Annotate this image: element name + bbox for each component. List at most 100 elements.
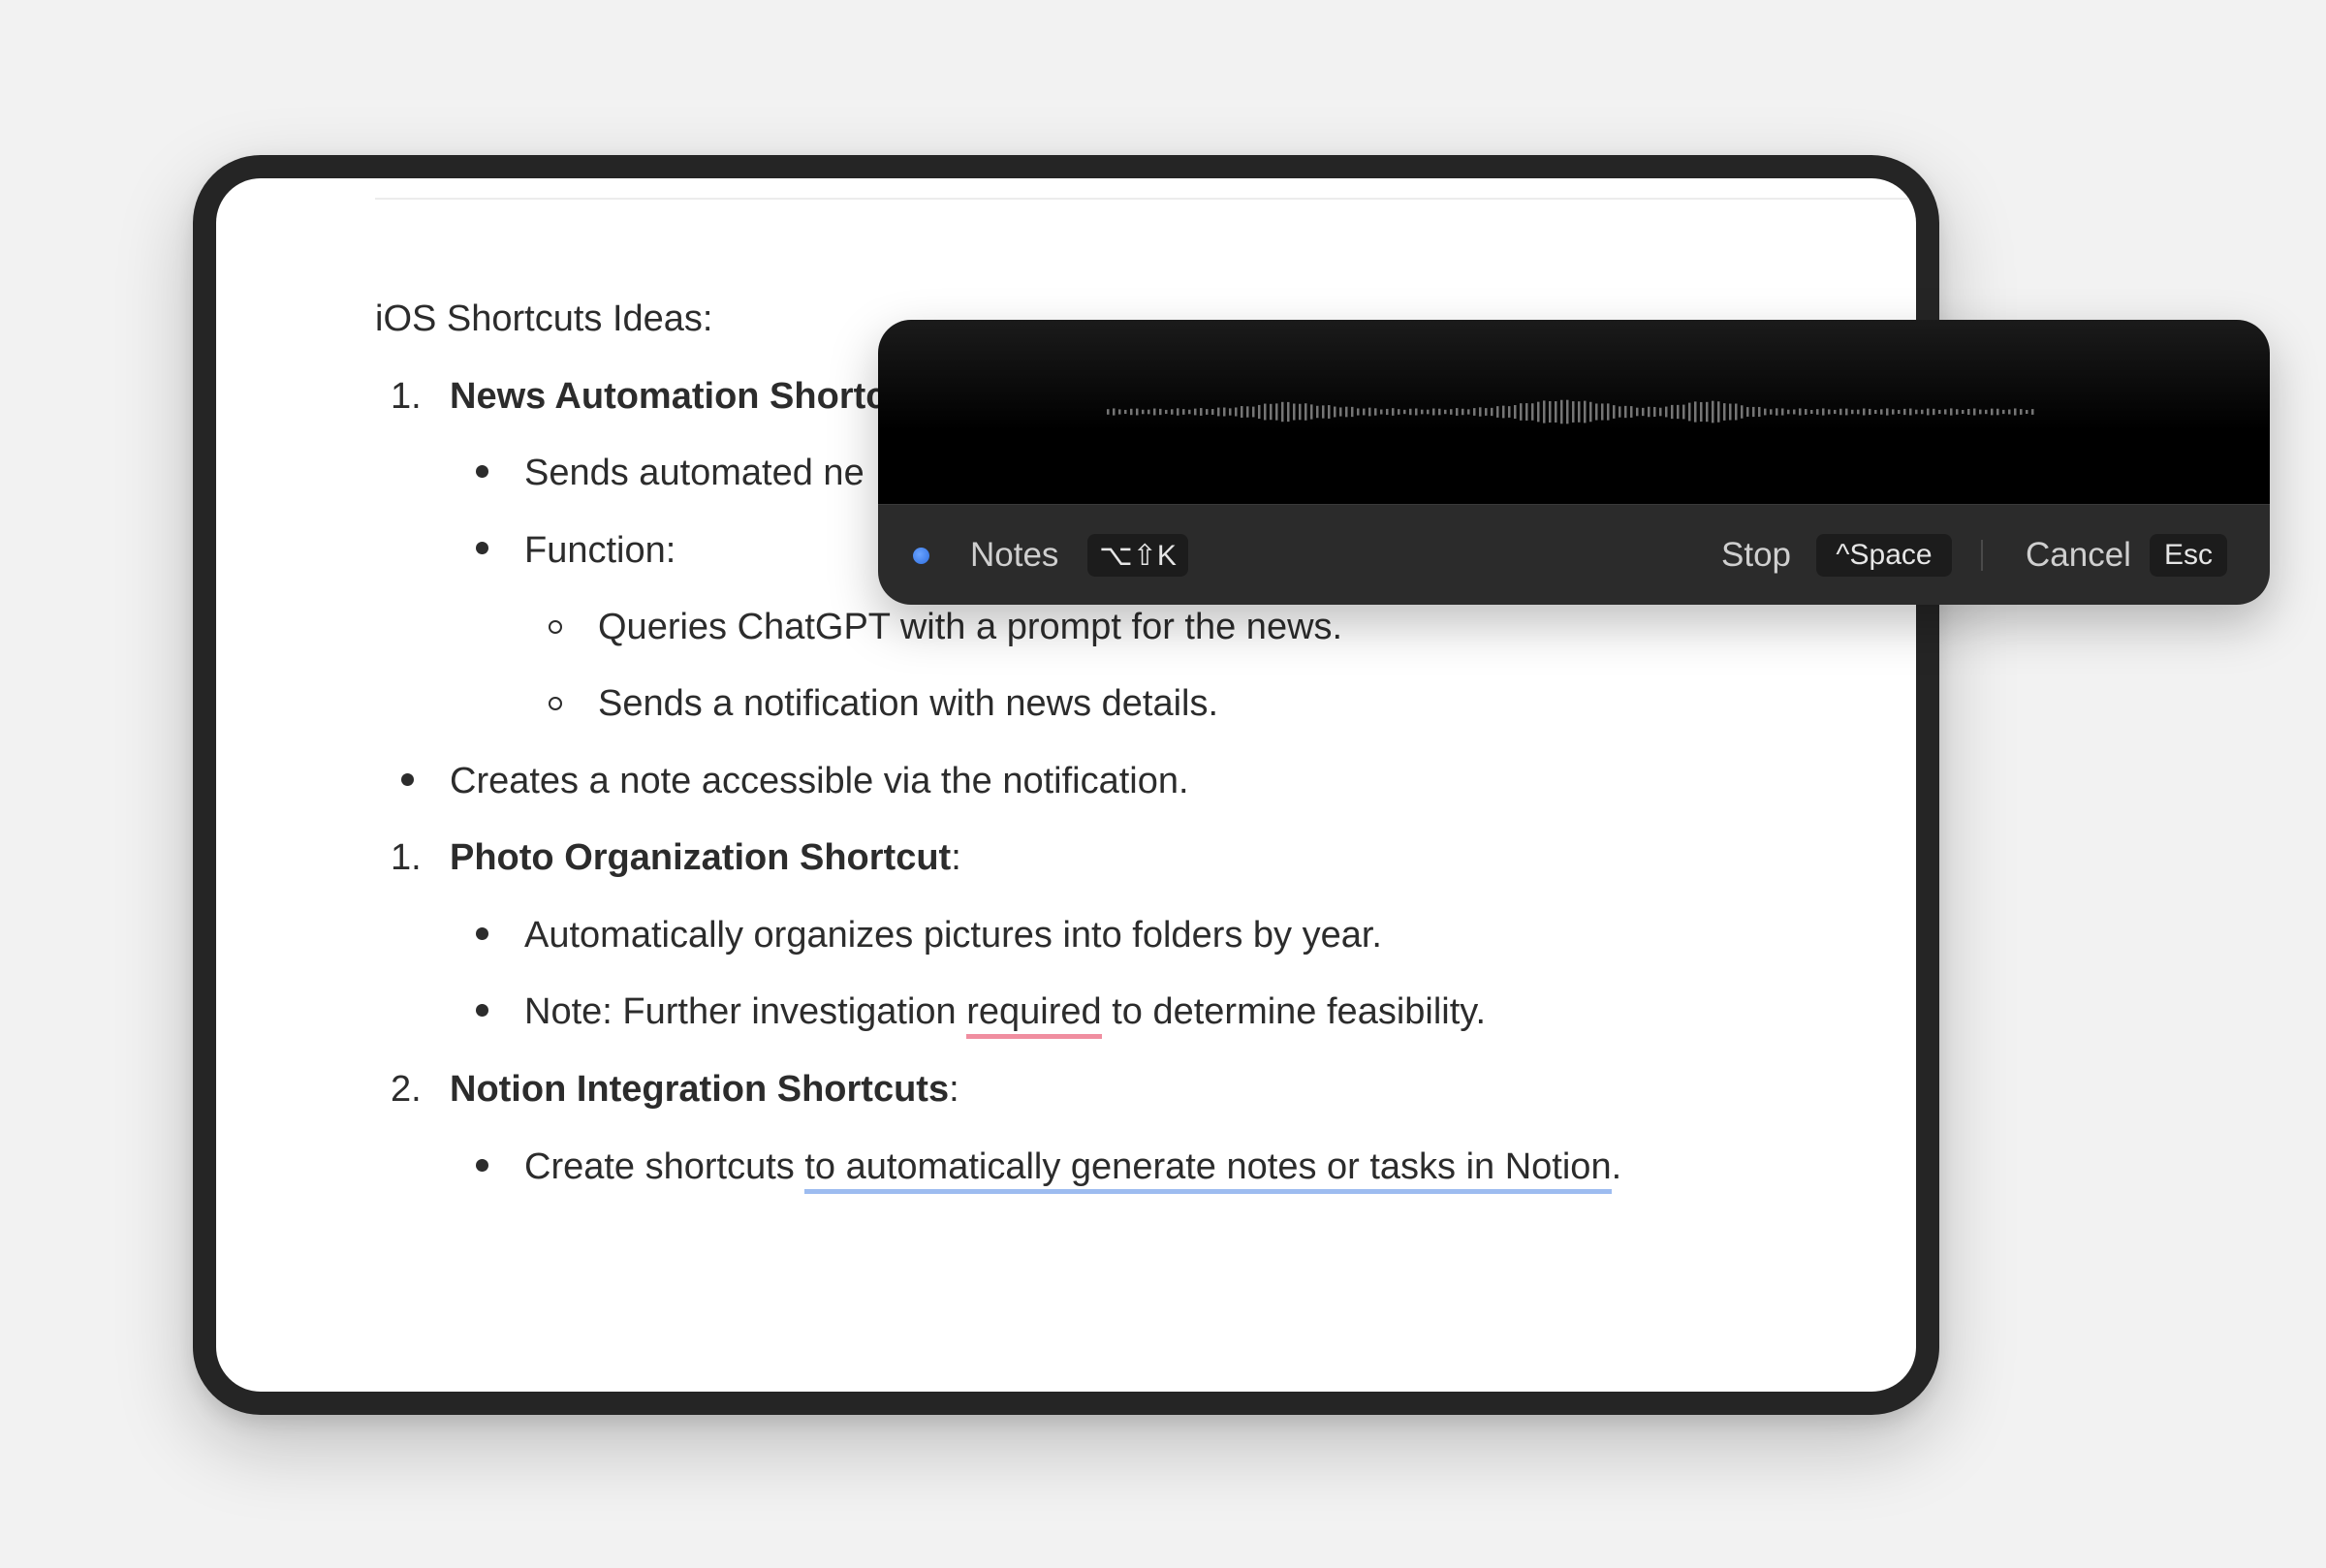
stop-shortcut-key: ^Space	[1816, 534, 1952, 577]
list-item-title-text: Photo Organization Shortcut	[450, 837, 952, 878]
target-app-label: Notes	[970, 536, 1059, 574]
text-segment: Create shortcuts	[524, 1146, 805, 1187]
waveform-bar	[1147, 409, 1150, 415]
audio-waveform	[1107, 399, 2034, 424]
waveform-bar	[1177, 408, 1179, 416]
waveform-bar	[1659, 407, 1662, 417]
waveform-bar	[1607, 403, 1610, 421]
waveform-bar	[1903, 408, 1906, 416]
waveform-bar	[1828, 409, 1831, 415]
stop-button[interactable]: Stop	[1721, 505, 1791, 605]
waveform-bar	[1781, 408, 1784, 416]
waveform-bar	[1764, 408, 1767, 416]
waveform-bar	[1491, 407, 1493, 417]
list-item: Create shortcuts to automatically genera…	[524, 1145, 1621, 1194]
waveform-bar	[1839, 408, 1842, 416]
waveform-bar	[1624, 405, 1627, 419]
waveform-bar	[1770, 409, 1773, 415]
grammar-flag[interactable]: to automatically generate notes or tasks…	[804, 1146, 1612, 1194]
waveform-bar	[1682, 404, 1685, 420]
app-shortcut-key: ⌥⇧K	[1087, 534, 1188, 577]
waveform-bar	[1525, 403, 1528, 421]
waveform-bar	[1444, 409, 1447, 415]
waveform-bar	[1857, 409, 1860, 415]
waveform-bar	[1799, 408, 1802, 416]
waveform-bar	[1223, 407, 1226, 417]
waveform-bar	[1450, 409, 1453, 415]
sub-bullet-icon	[549, 697, 562, 710]
waveform-bar	[1996, 408, 1999, 416]
waveform-bar	[1299, 403, 1302, 421]
waveform-bar	[1572, 401, 1575, 423]
sub-bullet-icon	[549, 620, 562, 634]
waveform-bar	[1671, 404, 1674, 420]
waveform-bar	[1345, 406, 1348, 418]
recording-indicator-icon	[913, 548, 929, 564]
waveform-bar	[1217, 407, 1220, 417]
waveform-bar	[1316, 405, 1319, 419]
waveform-bar	[1462, 408, 1464, 416]
waveform-bar	[1560, 399, 1563, 424]
waveform-bar	[1351, 406, 1354, 418]
waveform-bar	[1334, 406, 1336, 418]
waveform-bar	[1886, 408, 1889, 416]
waveform-bar	[1810, 409, 1813, 415]
waveform-bar	[1304, 403, 1307, 421]
waveform-bar	[2014, 408, 2017, 416]
waveform-bar	[1700, 401, 1703, 423]
cancel-shortcut-key: Esc	[2150, 534, 2227, 577]
waveform-bar	[1409, 408, 1412, 416]
waveform-bar	[1636, 407, 1639, 417]
waveform-bar	[1543, 400, 1546, 423]
waveform-bar	[1328, 405, 1331, 419]
bullet-icon	[476, 1159, 488, 1172]
waveform-bar	[1118, 409, 1121, 415]
waveform-bar	[1805, 409, 1807, 415]
waveform-bar	[1182, 409, 1185, 415]
waveform-bar	[1374, 408, 1377, 416]
waveform-bar	[1694, 401, 1697, 423]
waveform-bar	[1398, 409, 1400, 415]
waveform-bar	[1549, 400, 1552, 423]
waveform-bar	[2008, 409, 2011, 415]
waveform-bar	[1991, 408, 1994, 416]
waveform-bar	[1467, 409, 1470, 415]
waveform-bar	[1496, 406, 1499, 418]
waveform-bar	[1741, 405, 1744, 419]
waveform-bar	[1985, 409, 1988, 415]
waveform-bar	[2031, 409, 2034, 415]
waveform-bar	[1880, 409, 1883, 415]
waveform-bar	[1171, 409, 1174, 415]
waveform-area	[878, 320, 2270, 504]
dictation-toolbar: Notes ⌥⇧K Stop ^Space Cancel Esc	[878, 504, 2270, 605]
waveform-bar	[1142, 409, 1145, 415]
waveform-bar	[1421, 409, 1424, 415]
bullet-icon	[476, 542, 488, 554]
waveform-bar	[1386, 408, 1389, 416]
bullet-icon	[401, 773, 414, 786]
waveform-bar	[1485, 408, 1488, 416]
waveform-bar	[1851, 409, 1854, 415]
spelling-flag[interactable]: required	[966, 991, 1102, 1039]
waveform-bar	[1863, 408, 1866, 416]
cancel-button[interactable]: Cancel	[2026, 505, 2131, 605]
waveform-bar	[2020, 409, 2023, 415]
waveform-bar	[1915, 409, 1918, 415]
waveform-bar	[1746, 407, 1749, 417]
list-item: Sends a notification with news details.	[598, 683, 1219, 724]
waveform-bar	[1136, 408, 1139, 416]
waveform-bar	[1514, 405, 1517, 419]
waveform-bar	[1787, 409, 1790, 415]
waveform-bar	[1432, 408, 1435, 416]
bullet-icon	[476, 465, 488, 478]
waveform-bar	[1415, 408, 1418, 416]
waveform-bar	[1712, 400, 1714, 423]
waveform-bar	[1578, 401, 1581, 423]
waveform-bar	[1206, 409, 1209, 415]
waveform-bar	[1729, 403, 1732, 421]
waveform-bar	[1363, 408, 1366, 416]
waveform-bar	[1944, 409, 1947, 415]
list-item: Creates a note accessible via the notifi…	[450, 761, 1189, 801]
waveform-bar	[1613, 405, 1616, 419]
list-item: Queries ChatGPT with a prompt for the ne…	[598, 607, 1343, 647]
